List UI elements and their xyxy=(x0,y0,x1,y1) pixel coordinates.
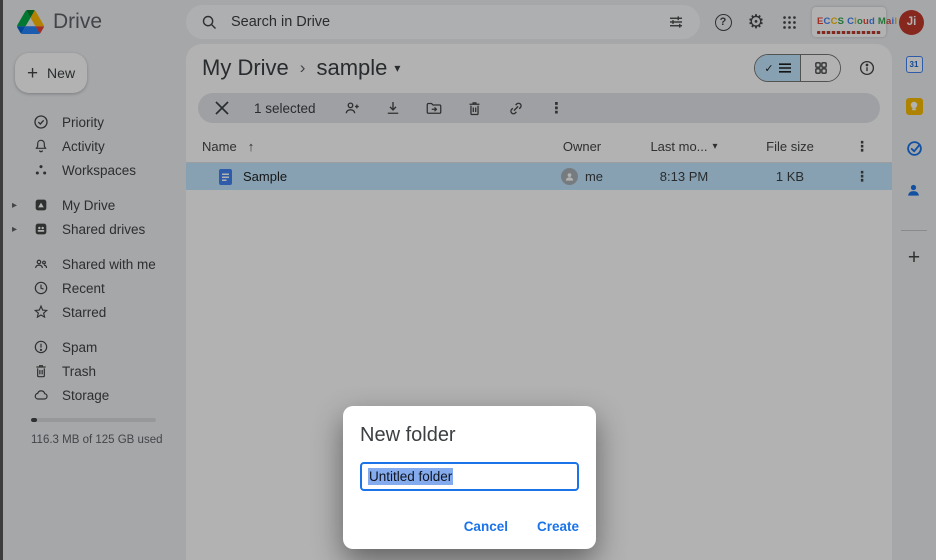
dialog-title: New folder xyxy=(360,424,579,447)
create-button[interactable]: Create xyxy=(537,519,579,534)
folder-name-input[interactable]: Untitled folder xyxy=(360,462,579,491)
new-folder-dialog: New folder Untitled folder Cancel Create xyxy=(343,406,596,549)
cancel-button[interactable]: Cancel xyxy=(464,519,508,534)
folder-name-selected-text: Untitled folder xyxy=(368,468,453,485)
dialog-actions: Cancel Create xyxy=(464,519,579,534)
